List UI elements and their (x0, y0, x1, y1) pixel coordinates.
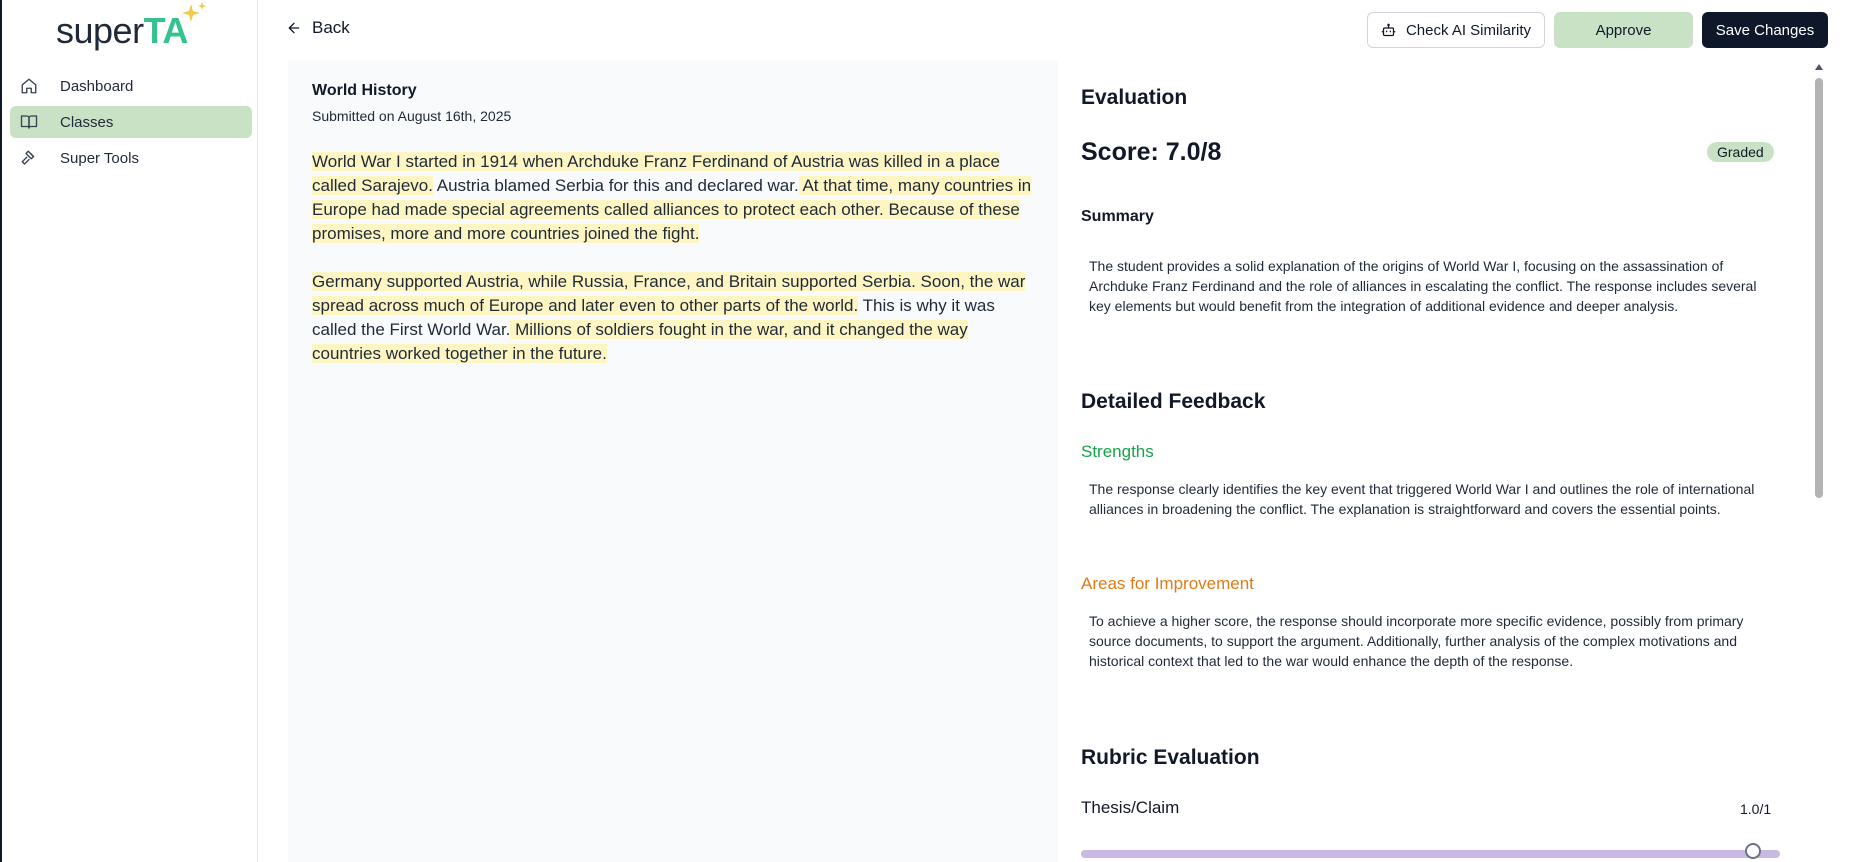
submission-date: Submitted on August 16th, 2025 (312, 108, 512, 124)
rubric-criterion-score: 1.0/1 (1740, 801, 1772, 817)
sidebar-item-label: Dashboard (60, 77, 134, 95)
robot-icon (1381, 23, 1396, 36)
arrow-left-icon (288, 22, 300, 34)
improvement-heading: Areas for Improvement (1081, 574, 1254, 593)
summary-heading: Summary (1081, 208, 1154, 225)
status-badge: Graded (1707, 142, 1774, 162)
check-ai-similarity-button[interactable]: Check AI Similarity (1367, 12, 1545, 48)
sidebar-item-classes[interactable]: Classes (10, 106, 252, 138)
book-icon (20, 113, 38, 131)
rubric-evaluation-heading: Rubric Evaluation (1081, 746, 1260, 769)
essay-text: World War I started in 1914 when Archduk… (312, 150, 1038, 390)
top-bar: Back Check AI Similarity Approve Save Ch… (258, 0, 1856, 58)
sidebar-item-label: Super Tools (60, 149, 139, 167)
strengths-heading: Strengths (1081, 442, 1154, 461)
sidebar: super TA Dashboard Classes Super Tools (0, 0, 258, 862)
evaluation-heading: Evaluation (1081, 86, 1188, 109)
slider-handle[interactable] (1745, 843, 1761, 859)
rubric-score-slider[interactable] (1081, 850, 1780, 858)
essay-paragraph: World War I started in 1914 when Archduk… (312, 150, 1038, 246)
logo[interactable]: super TA (56, 2, 206, 54)
essay-paragraph: Germany supported Austria, while Russia,… (312, 270, 1038, 366)
score-display: Score: 7.0/8 (1081, 138, 1222, 166)
sidebar-item-label: Classes (60, 113, 114, 131)
improvement-text[interactable]: To achieve a higher score, the response … (1089, 611, 1779, 671)
scroll-up-arrow-icon[interactable] (1815, 64, 1823, 70)
check-ai-similarity-label: Check AI Similarity (1405, 21, 1532, 39)
home-icon (20, 77, 38, 95)
summary-text[interactable]: The student provides a solid explanation… (1089, 256, 1779, 316)
scrollbar-thumb[interactable] (1815, 78, 1823, 498)
rubric-criterion-name: Thesis/Claim (1081, 798, 1180, 817)
detailed-feedback-heading: Detailed Feedback (1081, 390, 1266, 413)
evaluation-panel: Evaluation Score: 7.0/8 Graded Summary T… (1058, 60, 1812, 862)
hammer-icon (20, 149, 38, 167)
save-changes-button[interactable]: Save Changes (1702, 12, 1828, 48)
sparkle-icon (182, 2, 206, 22)
back-button[interactable]: Back (286, 14, 350, 42)
logo-text-super: super (56, 10, 144, 51)
approve-button[interactable]: Approve (1554, 12, 1693, 48)
back-label: Back (312, 18, 350, 37)
scrollbar[interactable] (1812, 60, 1826, 862)
submission-panel: World History Submitted on August 16th, … (288, 60, 1058, 862)
app: super TA Dashboard Classes Super Tools B… (0, 0, 1856, 862)
strengths-text[interactable]: The response clearly identifies the key … (1089, 479, 1779, 519)
sidebar-item-super-tools[interactable]: Super Tools (10, 142, 252, 174)
essay-sentence: Austria blamed Serbia for this and decla… (432, 176, 799, 195)
sidebar-nav: Dashboard Classes Super Tools (10, 70, 252, 178)
assignment-title: World History (312, 82, 417, 99)
sidebar-item-dashboard[interactable]: Dashboard (10, 70, 252, 102)
